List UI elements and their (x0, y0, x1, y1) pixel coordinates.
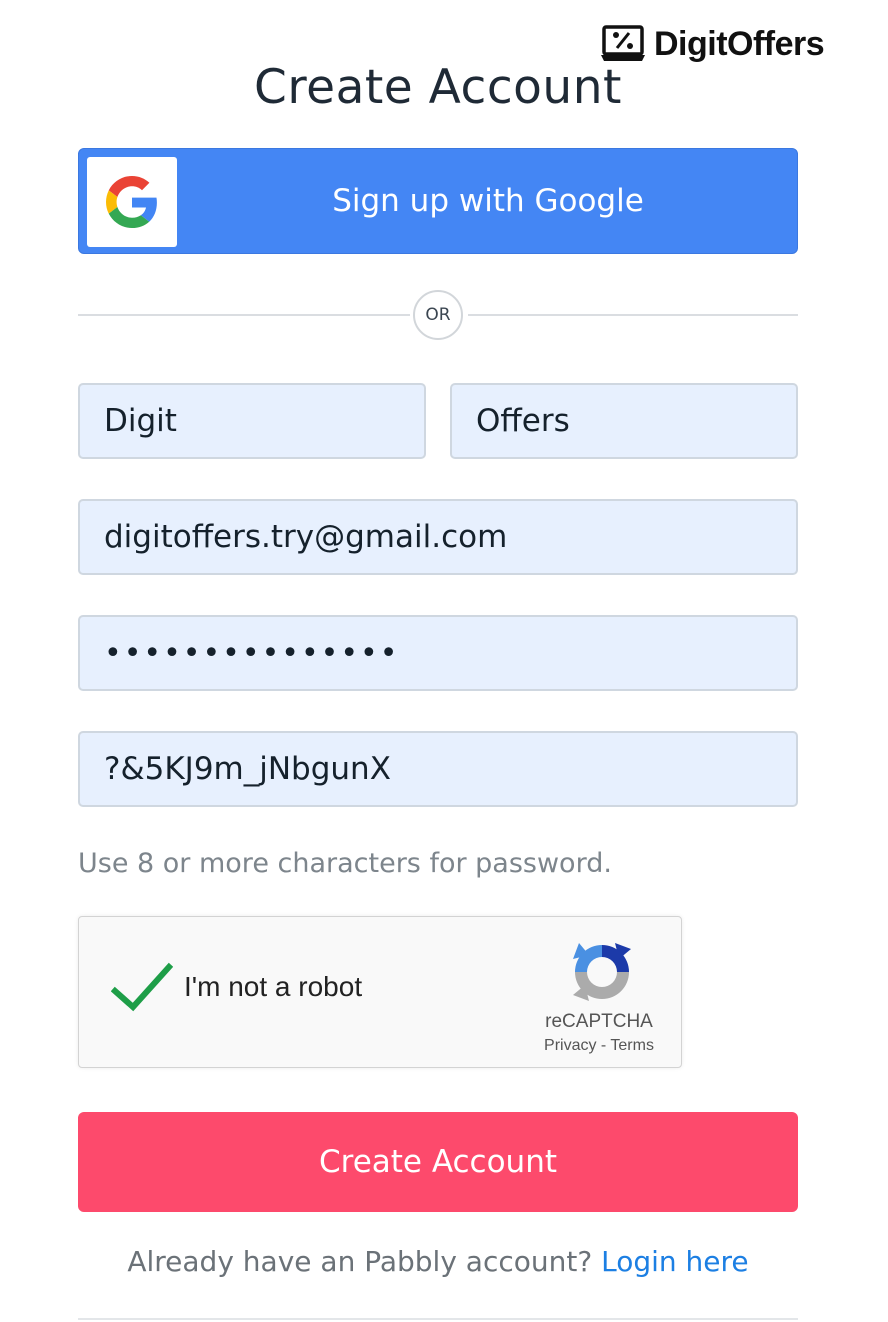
google-logo-container (87, 157, 177, 247)
google-signup-button[interactable]: Sign up with Google (78, 148, 798, 254)
terms-link[interactable]: Terms (610, 1037, 654, 1054)
divider-line-left (78, 314, 410, 316)
last-name-field[interactable]: Offers (450, 383, 798, 459)
signup-page: DigitOffers Create Account Sign up with … (0, 0, 888, 1322)
password-hint: Use 8 or more characters for password. (78, 848, 612, 879)
page-title: Create Account (254, 60, 622, 115)
or-divider: OR (78, 290, 798, 342)
confirm-password-field[interactable]: ?&5KJ9m_jNbgunX (78, 731, 798, 807)
divider-line-right (468, 314, 798, 316)
captcha-label: I'm not a robot (184, 971, 363, 1002)
percent-laptop-icon (601, 25, 645, 61)
links-separator: - (596, 1037, 611, 1054)
bottom-divider (78, 1318, 798, 1320)
recaptcha-logo-icon (573, 943, 631, 1001)
privacy-link[interactable]: Privacy (544, 1037, 596, 1054)
brand-name: DigitOffers (654, 24, 825, 63)
create-account-button[interactable]: Create Account (78, 1112, 798, 1212)
login-link[interactable]: Login here (601, 1245, 749, 1278)
or-badge: OR (413, 290, 463, 340)
email-field[interactable]: digitoffers.try@gmail.com (78, 499, 798, 575)
login-prompt: Already have an Pabbly account? Login he… (0, 1245, 876, 1278)
google-g-icon (106, 176, 157, 228)
recaptcha-widget: I'm not a robot reCAPTCHA Privacy - Term… (78, 916, 682, 1068)
login-prompt-text: Already have an Pabbly account? (127, 1245, 602, 1278)
google-signup-label: Sign up with Google (332, 183, 644, 219)
recaptcha-links: Privacy - Terms (519, 1037, 679, 1055)
password-field[interactable]: ••••••••••••••• (78, 615, 798, 691)
first-name-field[interactable]: Digit (78, 383, 426, 459)
recaptcha-brand: reCAPTCHA (545, 1011, 653, 1032)
checkmark-icon[interactable] (111, 961, 173, 1013)
